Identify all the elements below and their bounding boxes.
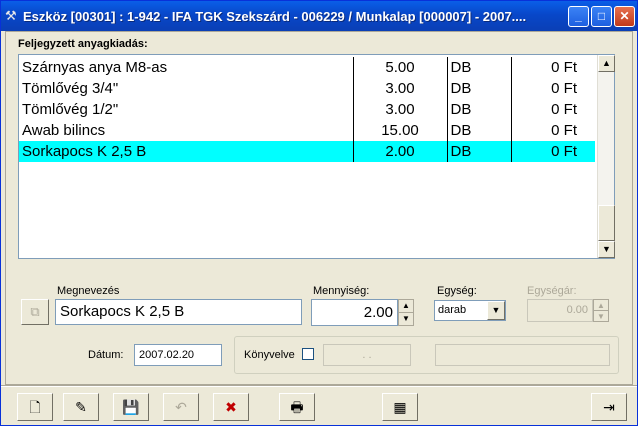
cell-price: 0 Ft — [551, 100, 577, 118]
cell-price: 0 Ft — [551, 58, 577, 76]
cell-qty: 3.00 — [353, 78, 448, 99]
empty-cell — [511, 183, 595, 204]
save-button[interactable]: 💾 — [113, 393, 149, 421]
chevron-up-icon[interactable]: ▲ — [594, 300, 608, 311]
cell-qty: 5.00 — [353, 57, 448, 78]
cell-unit: DB — [447, 57, 512, 78]
empty-cell — [353, 183, 447, 204]
edit-button[interactable]: ✎ — [63, 393, 99, 421]
qty-label: Mennyiség: — [313, 285, 370, 297]
scroll-down-icon[interactable]: ▼ — [598, 241, 615, 258]
chevron-down-icon[interactable]: ▼ — [487, 301, 505, 320]
empty-cell — [19, 225, 353, 246]
empty-row — [19, 225, 595, 246]
empty-cell — [19, 183, 353, 204]
calculator-button[interactable]: ▦ — [382, 393, 418, 421]
chevron-down-icon[interactable]: ▼ — [594, 311, 608, 322]
cell-name: Szárnyas anya M8-as — [19, 57, 354, 78]
section-label: Feljegyzett anyagkiadás: — [18, 38, 148, 50]
new-document-icon: 🗋 — [29, 399, 41, 415]
cell-name: Tömlővég 1/2" — [19, 99, 354, 120]
close-button[interactable]: ✕ — [614, 6, 635, 27]
title-bar[interactable]: ⚒ Eszköz [00301] : 1-942 - IFA TGK Szeks… — [1, 1, 637, 31]
pick-item-icon: ⧉ — [30, 304, 40, 319]
save-icon: 💾 — [122, 399, 140, 415]
table-row[interactable]: Szárnyas anya M8-as 5.00 DB 0 Ft — [19, 57, 595, 78]
booked-label: Könyvelve — [244, 349, 295, 361]
booked-date-field: . . — [323, 344, 411, 366]
cell-price: 0 Ft — [551, 121, 577, 139]
empty-cell — [511, 225, 595, 246]
table-row[interactable]: Awab bilincs 15.00 DB 0 Ft — [19, 120, 595, 141]
empty-cell — [19, 204, 353, 225]
scroll-up-icon[interactable]: ▲ — [598, 55, 615, 72]
delete-button[interactable]: ✖ — [213, 393, 249, 421]
empty-cell — [353, 204, 447, 225]
delete-icon: ✖ — [225, 399, 237, 415]
cell-unit: DB — [447, 120, 512, 141]
cell-name: Tömlővég 3/4" — [19, 78, 354, 99]
table-row[interactable]: Tömlővég 3/4" 3.00 DB 0 Ft — [19, 78, 595, 99]
window-title: Eszköz [00301] : 1-942 - IFA TGK Szekszá… — [23, 9, 527, 24]
empty-cell — [511, 162, 595, 183]
maximize-button[interactable]: □ — [591, 6, 612, 27]
cell-name: Sorkapocs K 2,5 B — [19, 141, 354, 162]
undo-icon: ↶ — [175, 399, 187, 415]
empty-row — [19, 162, 595, 183]
pick-item-button[interactable]: ⧉ — [21, 299, 49, 325]
edit-icon: ✎ — [75, 399, 87, 415]
unit-select-value: darab — [438, 304, 467, 316]
material-grid[interactable]: Szárnyas anya M8-as 5.00 DB 0 Ft Tömlővég 3/… — [18, 54, 615, 259]
cell-price: 0 Ft — [551, 79, 577, 97]
unit-price-field[interactable]: 0.00 — [527, 299, 593, 322]
exit-icon: ⇥ — [603, 399, 615, 415]
empty-cell — [447, 204, 511, 225]
calculator-icon: ▦ — [393, 399, 407, 415]
cell-qty: 2.00 — [353, 141, 448, 162]
exit-button[interactable]: ⇥ — [591, 393, 627, 421]
grid-scrollbar[interactable]: ▲ ▼ — [597, 55, 615, 258]
table-row[interactable]: Sorkapocs K 2,5 B 2.00 DB 0 Ft — [19, 141, 595, 162]
date-label: Dátum: — [88, 349, 124, 361]
print-button[interactable]: 🖶 — [279, 393, 315, 421]
table-row[interactable]: Tömlővég 1/2" 3.00 DB 0 Ft — [19, 99, 595, 120]
undo-button[interactable]: ↶ — [163, 393, 199, 421]
empty-cell — [511, 204, 595, 225]
chevron-up-icon[interactable]: ▲ — [399, 300, 413, 313]
booked-extra-field — [435, 344, 610, 366]
cell-qty: 15.00 — [353, 120, 448, 141]
name-field[interactable]: Sorkapocs K 2,5 B — [55, 299, 302, 325]
empty-cell — [353, 225, 447, 246]
app-window: ⚒ Eszköz [00301] : 1-942 - IFA TGK Szeks… — [0, 0, 638, 426]
material-table: Szárnyas anya M8-as 5.00 DB 0 Ft Tömlővég 3/… — [19, 57, 595, 246]
qty-stepper[interactable]: ▲ ▼ — [398, 299, 414, 326]
empty-row — [19, 204, 595, 225]
unit-price-stepper[interactable]: ▲ ▼ — [593, 299, 609, 322]
empty-cell — [447, 225, 511, 246]
cell-price: 0 Ft — [511, 141, 595, 162]
empty-cell — [353, 162, 447, 183]
date-field[interactable]: 2007.02.20 — [134, 344, 222, 366]
new-button[interactable]: 🗋 — [17, 393, 53, 421]
empty-cell — [19, 162, 353, 183]
empty-cell — [447, 183, 511, 204]
unit-price-label: Egységár: — [527, 285, 577, 297]
tools-icon: ⚒ — [5, 8, 17, 23]
empty-cell — [447, 162, 511, 183]
booked-checkbox[interactable] — [302, 348, 314, 360]
empty-row — [19, 183, 595, 204]
chevron-down-icon[interactable]: ▼ — [399, 313, 413, 326]
name-label: Megnevezés — [57, 285, 120, 297]
cell-name: Awab bilincs — [19, 120, 354, 141]
toolbar-separator — [1, 385, 637, 387]
cell-unit: DB — [447, 141, 512, 162]
scroll-thumb[interactable] — [598, 205, 615, 241]
unit-label: Egység: — [437, 285, 477, 297]
qty-field[interactable]: 2.00 — [311, 299, 398, 326]
minimize-button[interactable]: _ — [568, 6, 589, 27]
print-icon: 🖶 — [290, 399, 304, 415]
cell-qty: 3.00 — [353, 99, 448, 120]
cell-unit: DB — [447, 78, 512, 99]
cell-unit: DB — [447, 99, 512, 120]
